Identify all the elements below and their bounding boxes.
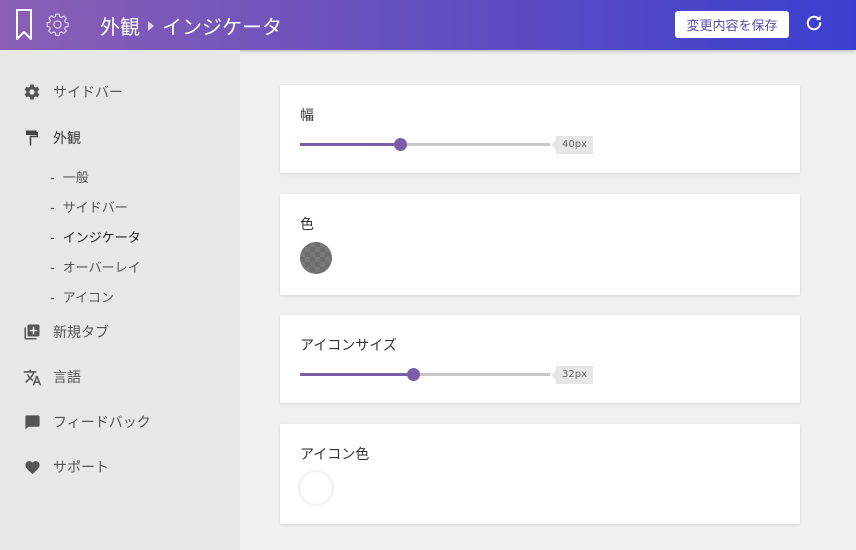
sidebar-item-sidebar[interactable]: サイドバー [22,82,123,102]
sidebar-item-new-tab[interactable]: 新規タブ [22,322,109,342]
sidebar-item-feedback[interactable]: フィードバック [22,412,151,432]
sub-item-overlay[interactable]: - オーバーレイ [50,257,141,276]
sub-item-sidebar[interactable]: - サイドバー [50,197,128,216]
sidebar-item-support[interactable]: サポート [22,457,109,477]
paint-roller-icon [22,128,42,148]
icon-size-slider-fill [300,373,413,376]
color-swatch[interactable] [300,242,332,274]
color-title: 色 [300,217,314,233]
icon-size-card: アイコンサイズ 32px [280,315,800,403]
sub-item-label: インジケータ [62,231,141,246]
width-title: 幅 [300,108,314,124]
width-slider[interactable] [300,138,550,151]
icon-color-title: アイコン色 [300,447,370,463]
width-card: 幅 40px [280,85,800,173]
width-value-badge: 40px [551,136,593,154]
translate-icon [22,367,42,387]
icon-size-value-badge: 32px [551,366,593,384]
icon-size-slider-thumb[interactable] [406,368,420,381]
sub-item-dash: - [50,201,55,216]
gear-icon [22,82,42,102]
sub-item-label: 一般 [62,171,89,186]
heart-icon [22,457,42,477]
icon-size-slider[interactable] [300,368,550,381]
sidebar-item-appearance[interactable]: 外観 [22,128,81,148]
sub-item-indicator[interactable]: - インジケータ [50,227,141,246]
sub-item-label: オーバーレイ [62,261,141,276]
sub-item-dash: - [50,291,55,306]
chat-icon [22,412,42,432]
icon-size-title: アイコンサイズ [300,338,397,354]
breadcrumb-appearance[interactable]: 外観 [100,11,140,40]
width-slider-thumb[interactable] [394,138,407,151]
header: 外観 インジケータ 変更内容を保存 [0,0,856,50]
icon-color-card: アイコン色 [280,424,800,524]
sidebar-item-label: 外観 [53,131,81,147]
sub-item-dash: - [50,171,55,186]
sidebar: サイドバー 外観 - 一般 - サイドバー - インジケータ - オーバーレイ - アイコ… [0,50,240,550]
color-card: 色 [280,194,800,295]
bookmark-icon[interactable] [15,9,33,45]
width-slider-fill [300,143,400,146]
breadcrumb: 外観 インジケータ [100,11,282,40]
sidebar-item-label: サイドバー [53,85,123,101]
sidebar-item-label: 言語 [53,370,81,386]
sub-item-dash: - [50,261,55,276]
sub-item-label: サイドバー [62,201,128,216]
breadcrumb-separator-icon [148,20,154,31]
sidebar-item-label: フィードバック [53,415,151,431]
sidebar-item-label: 新規タブ [53,325,109,341]
save-changes-button[interactable]: 変更内容を保存 [675,11,789,38]
breadcrumb-indicator: インジケータ [162,15,282,39]
gear-icon[interactable] [45,12,70,41]
refresh-icon[interactable] [804,13,824,37]
sub-item-general[interactable]: - 一般 [50,167,89,186]
sub-item-label: アイコン [62,291,115,306]
sidebar-item-language[interactable]: 言語 [22,367,81,387]
sidebar-item-label: サポート [53,460,109,476]
sub-item-dash: - [50,231,55,246]
icon-color-swatch[interactable] [300,472,332,504]
new-tab-icon [22,322,42,342]
sub-item-icon[interactable]: - アイコン [50,287,114,306]
